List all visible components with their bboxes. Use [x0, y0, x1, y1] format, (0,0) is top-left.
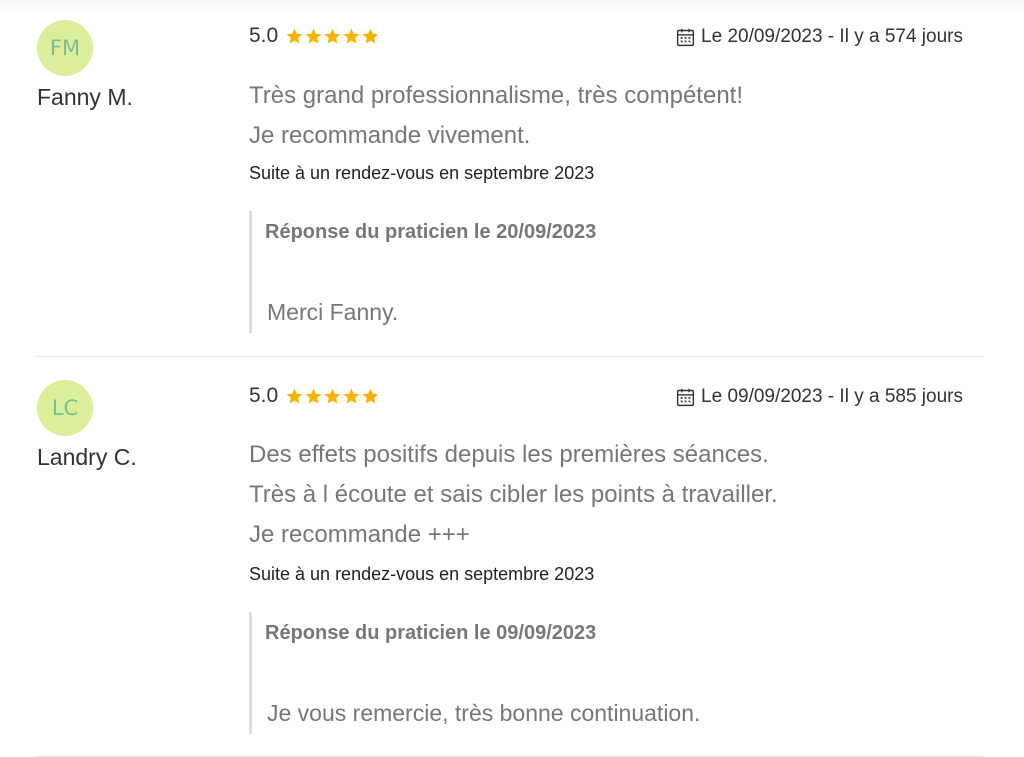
review-line: Très grand professionnalisme, très compé… [249, 82, 744, 109]
review-line: Je recommande +++ [249, 521, 470, 548]
review-visit-info: Suite à un rendez-vous en septembre 2023 [249, 564, 595, 584]
calendar-icon [676, 28, 695, 46]
review-visit-info: Suite à un rendez-vous en septembre 2023 [249, 163, 595, 183]
star-icon [324, 388, 341, 404]
review-rating: 5.0 [249, 384, 380, 408]
practitioner-reply: Réponse du praticien le 09/09/2023 Je vo… [249, 612, 965, 734]
practitioner-reply: Réponse du praticien le 20/09/2023 Merci… [249, 211, 965, 333]
calendar-icon [676, 388, 695, 406]
star-icon [286, 388, 303, 404]
star-icon [305, 388, 322, 404]
reply-text: Je vous remercie, très bonne continuatio… [267, 700, 701, 726]
review-line: Des effets positifs depuis les premières… [249, 441, 769, 468]
star-icon [305, 28, 322, 44]
review-date-text: Le 09/09/2023 - Il y a 585 jours [701, 386, 963, 407]
reply-text: Merci Fanny. [267, 299, 399, 325]
star-icon [362, 28, 379, 44]
star-icon [286, 28, 303, 44]
star-icon [324, 28, 341, 44]
review-author: Landry C. [37, 444, 137, 470]
review-author: Fanny M. [37, 84, 133, 110]
rating-stars [285, 387, 380, 406]
review-text: Très grand professionnalisme, très compé… [249, 76, 743, 156]
review-date: Le 20/09/2023 - Il y a 574 jours [675, 26, 963, 48]
star-icon [343, 388, 360, 404]
review-line: Je recommande vivement. [249, 122, 531, 149]
avatar: FM [37, 20, 93, 76]
rating-value: 5.0 [249, 384, 279, 407]
reply-title: Réponse du praticien le 09/09/2023 [265, 622, 597, 644]
star-icon [362, 388, 379, 404]
star-icon [343, 28, 360, 44]
review-text: Des effets positifs depuis les premières… [249, 435, 778, 555]
divider [37, 356, 983, 357]
review-date-text: Le 20/09/2023 - Il y a 574 jours [701, 26, 963, 47]
rating-stars [285, 27, 380, 46]
avatar: LC [37, 380, 93, 436]
rating-value: 5.0 [249, 24, 279, 47]
review-line: Très à l écoute et sais cibler les point… [249, 481, 778, 508]
review-date: Le 09/09/2023 - Il y a 585 jours [675, 386, 963, 408]
reply-title: Réponse du praticien le 20/09/2023 [265, 221, 597, 243]
review-rating: 5.0 [249, 24, 380, 48]
